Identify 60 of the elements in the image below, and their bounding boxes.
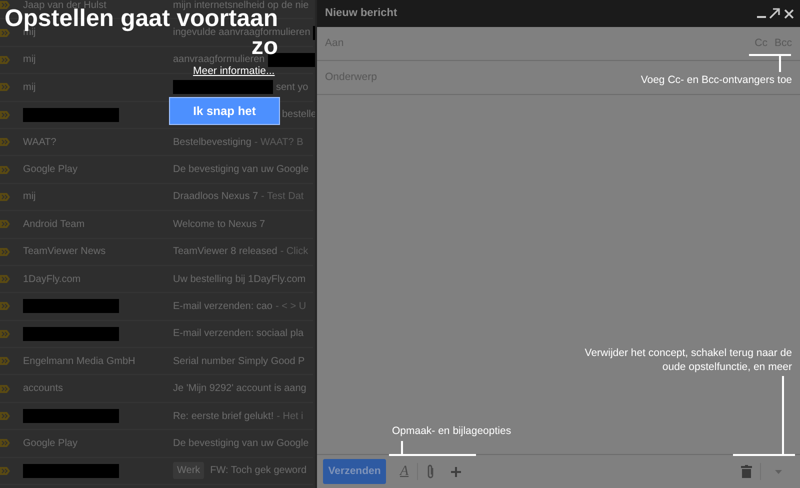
subject-text: Je 'Mijn 9292' account is aang (173, 382, 306, 396)
importance-marker-icon[interactable] (0, 56, 10, 64)
subject-text: bestelle (282, 108, 316, 122)
subject-text: TeamViewer 8 released (173, 245, 278, 260)
subject-text: FW: Toch gek geword (210, 464, 306, 478)
sender-name: Google Play (23, 436, 78, 451)
importance-marker-icon[interactable] (0, 138, 10, 146)
more-options-hint-text: Verwijder het concept, schakel terug naar de oude opstelfunctie, en meer (584, 347, 792, 374)
subject-text: E-mail verzenden: sociaal pla (173, 327, 304, 342)
subject-text: mijn internetsnelheid op de nie (173, 0, 309, 11)
subject-text: De bevestiging van uw Google (173, 436, 309, 451)
subject-text: Bestelbevestiging (173, 136, 252, 150)
plus-icon[interactable] (450, 466, 461, 476)
subject-text: ingevulde aanvraagformulieren (173, 26, 310, 40)
paperclip-icon[interactable] (426, 464, 435, 479)
importance-marker-icon[interactable] (0, 110, 10, 119)
sender-name: Engelmann Media GmbH (23, 354, 136, 369)
sender-name: mij (23, 190, 36, 204)
subject-text: E-mail verzenden: cao (173, 300, 272, 314)
subject-text: Serial number Simply Good P (173, 354, 305, 369)
sender-name: TeamViewer News (23, 245, 106, 260)
compose-title: Nieuw bericht (325, 6, 398, 22)
expand-icon[interactable] (769, 8, 780, 19)
importance-marker-icon[interactable] (0, 302, 10, 310)
send-button[interactable]: Verzenden (323, 459, 386, 484)
subject-text: Re: eerste brief gelukt! (173, 410, 274, 424)
got-it-button[interactable]: Ik snap het (169, 97, 280, 125)
sender-name: Android Team (23, 218, 85, 232)
importance-marker-icon[interactable] (0, 220, 10, 228)
importance-marker-icon[interactable] (0, 248, 10, 256)
dropdown-caret-icon[interactable] (775, 470, 782, 474)
sender-name: Google Play (23, 163, 78, 178)
subject-text: Draadloos Nexus 7 (173, 190, 258, 204)
close-icon[interactable] (784, 8, 794, 18)
importance-marker-icon[interactable] (0, 1, 10, 10)
subject-text: sent yo (276, 80, 308, 95)
subject-text: De bevestiging van uw Google (173, 163, 309, 178)
sender-name: WAAT? (23, 136, 56, 150)
importance-marker-icon[interactable] (0, 330, 10, 338)
more-info-link[interactable]: Meer informatie... (193, 64, 275, 80)
importance-marker-icon[interactable] (0, 412, 10, 420)
importance-marker-icon[interactable] (0, 275, 10, 284)
sender-name: mij (23, 80, 36, 95)
leader-line (749, 54, 791, 72)
subject-text: aanvraagformulieren (173, 54, 265, 66)
importance-marker-icon[interactable] (0, 83, 10, 92)
importance-marker-icon[interactable] (0, 439, 10, 448)
importance-marker-icon[interactable] (0, 466, 10, 475)
importance-marker-icon[interactable] (0, 384, 10, 393)
cc-bcc-hint-text: Voeg Cc- en Bcc-ontvangers toe (640, 74, 792, 88)
sender-name: 1DayFly.com (23, 272, 81, 287)
sender-name: accounts (23, 382, 64, 396)
importance-marker-icon[interactable] (0, 192, 10, 201)
trash-icon[interactable] (741, 465, 752, 478)
importance-marker-icon[interactable] (0, 166, 10, 174)
format-attach-hint-text: Opmaak- en bijlageopties (392, 425, 512, 438)
sender-name: mij (23, 53, 36, 68)
importance-marker-icon[interactable] (0, 357, 10, 366)
subject-text: Uw bestelling bij 1DayFly.com (173, 272, 306, 287)
subject-text: Welcome to Nexus 7 (173, 218, 266, 232)
